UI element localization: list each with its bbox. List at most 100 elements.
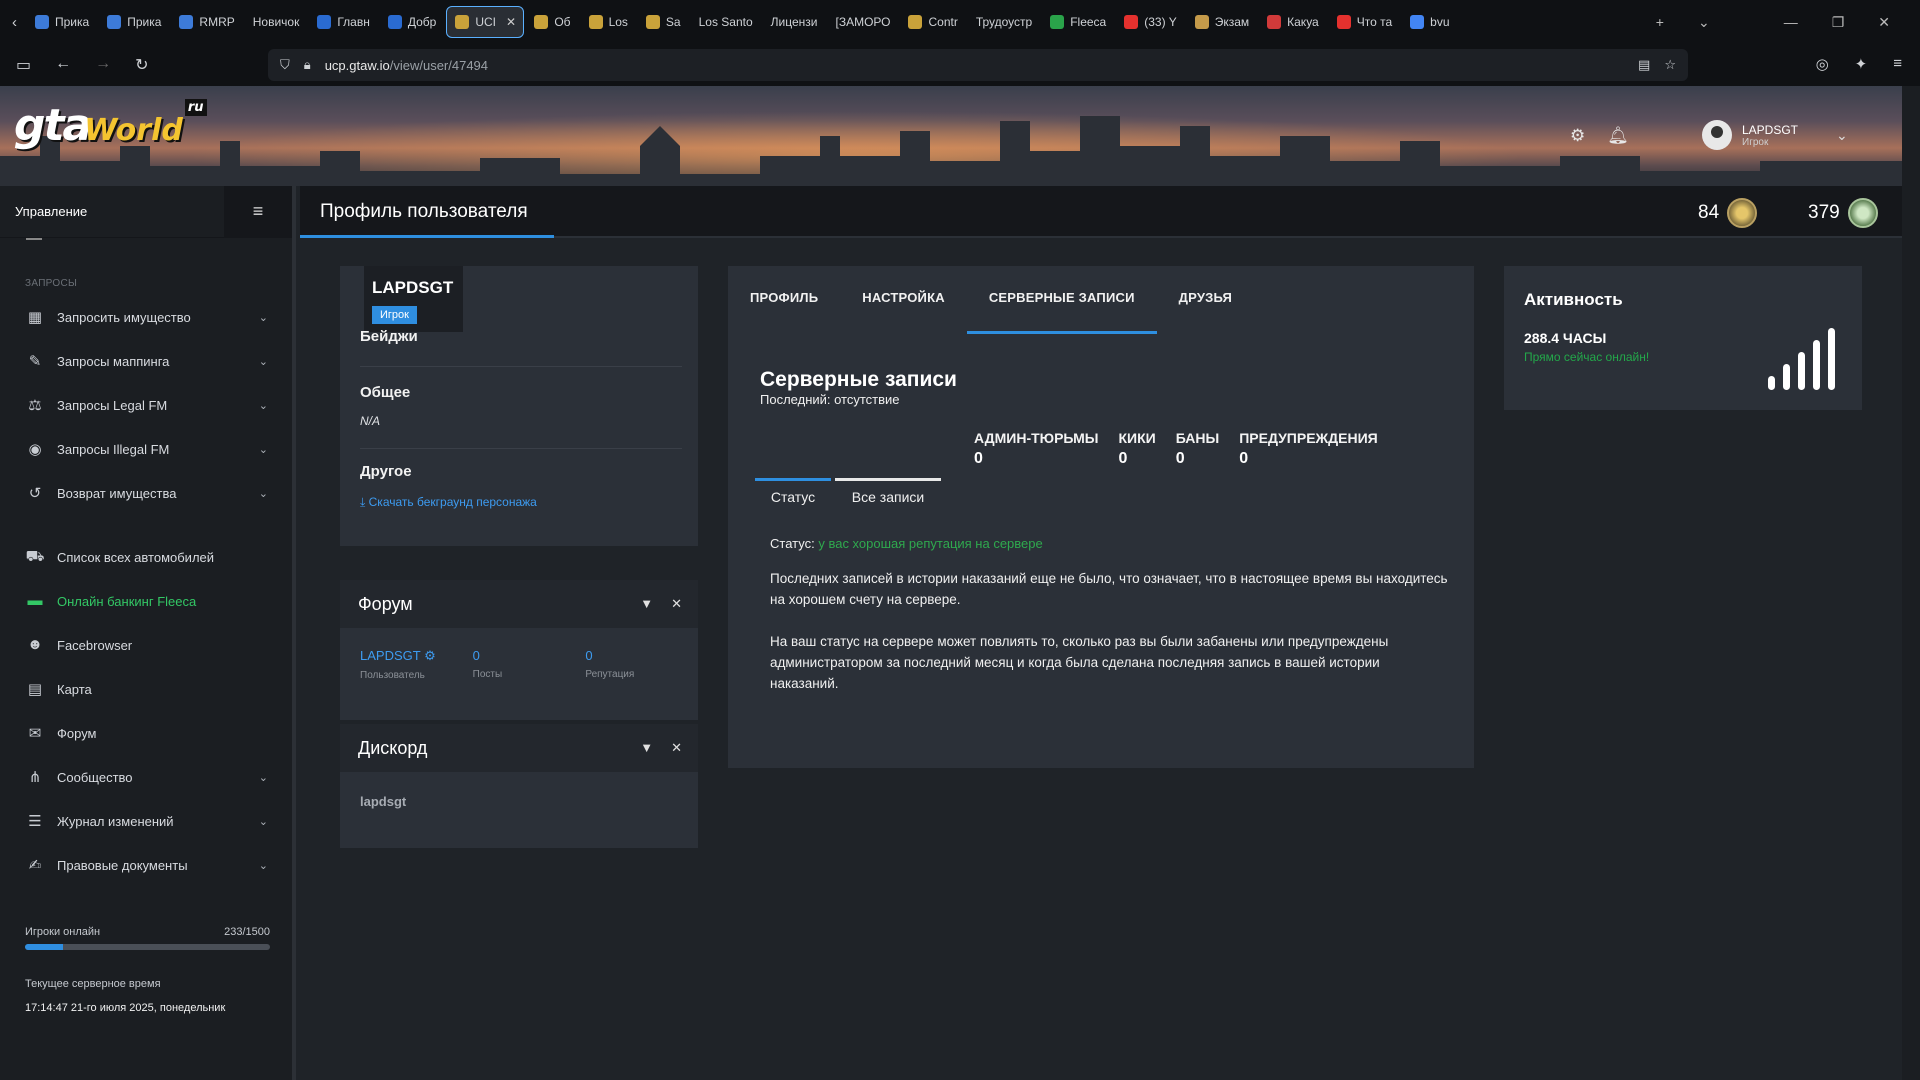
page-scrollbar[interactable] bbox=[1902, 86, 1920, 1080]
browser-tab-label: Добр bbox=[407, 15, 437, 29]
sidebar-item-label: Список всех автомобилей bbox=[57, 549, 215, 565]
sidebar-title: Управление bbox=[15, 204, 88, 219]
forum-user-link[interactable]: LAPDSGT ⚙ bbox=[360, 648, 473, 664]
sidebar-item[interactable]: ✉ Форум bbox=[0, 711, 292, 755]
browser-tab[interactable]: RMRP bbox=[171, 6, 242, 38]
sidebar-item[interactable]: ☻ Facebrowser bbox=[0, 623, 292, 667]
profile-tab[interactable]: ПРОФИЛЬ bbox=[750, 290, 840, 334]
user-menu[interactable]: LAPDSGT Игрок ⌄ bbox=[1702, 120, 1848, 150]
browser-tab[interactable]: Экзам bbox=[1187, 6, 1257, 38]
browser-tab[interactable]: Sa bbox=[638, 6, 689, 38]
record-count: ПРЕДУПРЕЖДЕНИЯ 0 bbox=[1239, 430, 1378, 468]
close-window-icon[interactable]: ✕ bbox=[1878, 14, 1890, 31]
sidebar: Управление ≡ ЗАПРОСЫ ▦ Запросить имуществ… bbox=[0, 185, 296, 1080]
forum-widget: Форум ▼ ✕ LAPDSGT ⚙ Пользователь 0 Посты … bbox=[340, 580, 698, 720]
account-icon[interactable]: ◎ bbox=[1816, 55, 1829, 73]
browser-tab[interactable]: UCI ✕ bbox=[446, 6, 525, 38]
browser-tab[interactable]: Прика bbox=[99, 6, 169, 38]
badges-heading: Бейджи bbox=[360, 328, 418, 345]
profile-tab[interactable]: ДРУЗЬЯ bbox=[1157, 290, 1254, 334]
sidebar-item[interactable]: ☰ Журнал изменений ⌄ bbox=[0, 799, 292, 843]
sidebar-item[interactable]: ⛟ Список всех автомобилей bbox=[0, 535, 292, 579]
status-paragraph-2: На ваш статус на сервере может повлиять … bbox=[770, 634, 1389, 691]
browser-tab-label: Los Santo bbox=[698, 15, 753, 29]
forum-rep-value[interactable]: 0 bbox=[585, 648, 698, 663]
sidebar-item[interactable]: ✎ Запросы маппинга ⌄ bbox=[0, 339, 292, 383]
document-icon: ✍ bbox=[28, 857, 42, 874]
browser-tab[interactable]: Трудоустр bbox=[968, 6, 1040, 38]
minimize-icon[interactable]: — bbox=[1784, 14, 1798, 31]
header-icons: ⚙ 🔔︎ bbox=[1570, 126, 1629, 146]
favicon-icon bbox=[35, 15, 49, 29]
back-icon[interactable]: ← bbox=[55, 55, 71, 75]
close-icon[interactable]: ✕ bbox=[671, 740, 682, 756]
scales-icon: ⚖ bbox=[28, 397, 42, 414]
browser-tab[interactable]: Contr bbox=[900, 6, 965, 38]
close-tab-icon[interactable]: ✕ bbox=[506, 15, 516, 29]
notification-bell-icon[interactable]: 🔔︎ bbox=[1607, 126, 1629, 146]
signal-bar bbox=[1783, 364, 1790, 390]
browser-tab[interactable]: [ЗАМОРО bbox=[827, 6, 898, 38]
site-logo[interactable]: gtaWorldru bbox=[14, 99, 207, 151]
sidebar-item[interactable]: ▤ Карта bbox=[0, 667, 292, 711]
collapse-caret-icon[interactable]: ▼ bbox=[640, 596, 653, 612]
sidebar-item[interactable]: ▬ Онлайн банкинг Fleeca bbox=[0, 579, 292, 623]
bookmark-star-icon[interactable]: ☆ bbox=[1664, 57, 1676, 73]
shield-icon[interactable]: ⛉ bbox=[280, 57, 290, 73]
browser-tab[interactable]: Fleeca bbox=[1042, 6, 1114, 38]
browser-tab[interactable]: Прика bbox=[27, 6, 97, 38]
browser-tab[interactable]: Los bbox=[581, 6, 636, 38]
menu-icon[interactable]: ≡ bbox=[1893, 55, 1902, 73]
browser-tab[interactable]: Новичок bbox=[245, 6, 308, 38]
browser-tab[interactable]: Какуа bbox=[1259, 6, 1327, 38]
browser-tab[interactable]: Los Santo bbox=[691, 6, 761, 38]
discord-widget: Дискорд ▼ ✕ lapdsgt bbox=[340, 724, 698, 848]
subtab-all-records[interactable]: Все записи bbox=[835, 478, 941, 512]
avatar bbox=[1702, 120, 1732, 150]
browser-tab[interactable]: Что та bbox=[1329, 6, 1400, 38]
browser-tab[interactable]: Добр bbox=[380, 6, 444, 38]
sidebar-item[interactable]: ▦ Запросить имущество ⌄ bbox=[0, 295, 292, 339]
sidebar-item[interactable]: ✍ Правовые документы ⌄ bbox=[0, 843, 292, 887]
browser-tab[interactable]: Главн bbox=[309, 6, 378, 38]
sidebar-item-label: Карта bbox=[57, 681, 92, 697]
favicon-icon bbox=[1050, 15, 1065, 29]
sidebar-item[interactable]: ◉ Запросы Illegal FM ⌄ bbox=[0, 427, 292, 471]
hamburger-menu-icon[interactable]: ≡ bbox=[224, 185, 292, 238]
activity-online-now: Прямо сейчас онлайн! bbox=[1524, 350, 1650, 364]
sidebar-toggle-icon[interactable]: ▭ bbox=[16, 55, 31, 75]
sidebar-item-label: Запросы Illegal FM bbox=[57, 441, 170, 457]
subtab-status[interactable]: Статус bbox=[755, 478, 831, 512]
forward-icon[interactable]: → bbox=[95, 55, 111, 75]
forum-user-label: Пользователь bbox=[360, 670, 425, 681]
sidebar-item[interactable]: ↺ Возврат имущества ⌄ bbox=[0, 471, 292, 515]
collapse-caret-icon[interactable]: ▼ bbox=[640, 740, 653, 756]
new-tab-icon[interactable]: + bbox=[1656, 14, 1664, 31]
address-bar[interactable]: ⛉ 🔒︎ ucp.gtaw.io/view/user/47494 ▤ ☆ bbox=[268, 49, 1688, 81]
favicon-icon bbox=[645, 15, 660, 29]
browser-tab-label: Los bbox=[608, 15, 628, 29]
settings-gear-icon[interactable]: ⚙ bbox=[1570, 126, 1585, 146]
browser-tab[interactable]: bvu bbox=[1402, 6, 1457, 38]
chevron-down-icon[interactable]: ⌄ bbox=[1836, 127, 1848, 144]
close-icon[interactable]: ✕ bbox=[671, 596, 682, 612]
reader-mode-icon[interactable]: ▤ bbox=[1638, 57, 1650, 73]
lock-icon[interactable]: 🔒︎ bbox=[304, 57, 311, 73]
profile-tab[interactable]: СЕРВЕРНЫЕ ЗАПИСИ bbox=[966, 290, 1157, 334]
profile-tab[interactable]: НАСТРОЙКА bbox=[840, 290, 967, 334]
browser-tab[interactable]: Об bbox=[526, 6, 578, 38]
restore-icon[interactable]: ❐ bbox=[1832, 14, 1845, 31]
tab-overflow-icon[interactable]: ⌄ bbox=[1698, 14, 1710, 31]
browser-tab-label: Новичок bbox=[252, 15, 300, 29]
browser-tab[interactable]: (33) Y bbox=[1116, 6, 1184, 38]
sidebar-item[interactable]: ⋔ Сообщество ⌄ bbox=[0, 755, 292, 799]
forum-posts-value[interactable]: 0 bbox=[473, 648, 586, 663]
tab-list-back-icon[interactable]: ‹ bbox=[0, 14, 27, 31]
download-background-link[interactable]: ⤓ Скачать бекграунд персонажа bbox=[360, 495, 537, 510]
sidebar-item[interactable]: ⚖ Запросы Legal FM ⌄ bbox=[0, 383, 292, 427]
browser-tab[interactable]: Лицензи bbox=[763, 6, 826, 38]
url-text[interactable]: ucp.gtaw.io/view/user/47494 bbox=[325, 58, 488, 73]
extensions-icon[interactable]: ✦ bbox=[1855, 55, 1868, 73]
reload-icon[interactable]: ↻ bbox=[135, 55, 148, 75]
forum-widget-title: Форум bbox=[358, 593, 413, 614]
